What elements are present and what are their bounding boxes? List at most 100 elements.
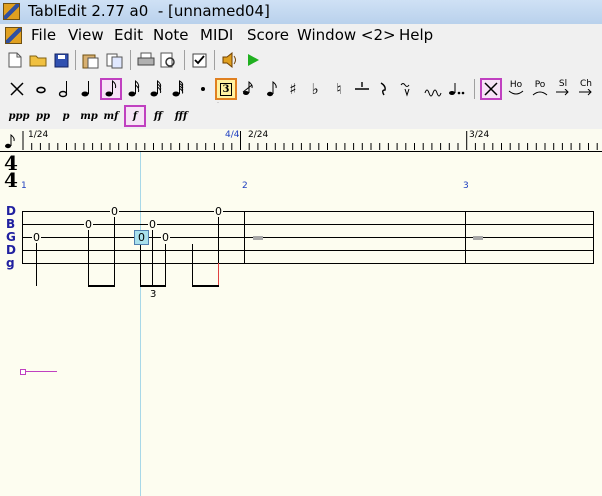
dynamics-toolbar: ppp pp p mp mf f ff fff [0,103,602,129]
menu-view[interactable]: View [68,26,104,44]
triplet-label: 3 [219,82,233,96]
fret-number[interactable]: 0 [84,219,93,230]
note-stem [88,230,89,286]
menu-score[interactable]: Score [247,26,289,44]
paste-clipboard-icon[interactable] [80,50,100,70]
menu-edit[interactable]: Edit [114,26,143,44]
note-beam [140,285,166,287]
toolbar-separator [75,50,76,70]
half-note-icon[interactable] [54,79,74,99]
ruler-label-3: 3/24 [469,130,490,140]
slide-button[interactable]: Sl [552,78,574,98]
eighth-note-icon[interactable] [100,78,122,100]
thirty-second-note-icon[interactable] [146,79,166,99]
selected-fret-number[interactable]: 0 [134,230,149,245]
dynamic-ppp-button[interactable]: ppp [8,106,30,126]
flat-icon[interactable]: ♭ [306,79,324,99]
toolbar-separator [130,50,131,70]
play-icon[interactable] [244,50,262,70]
fret-number[interactable]: 0 [214,206,223,217]
note-toolbar: 3 ♯ ♭ ♮ Ho Po Sl Ch [0,75,602,103]
chord-button[interactable]: Ch [575,78,597,98]
menu-help[interactable]: Help [399,26,433,44]
pull-off-button[interactable]: Po [529,78,551,98]
region-marker-line[interactable] [21,371,57,372]
string-line [22,250,594,251]
speaker-icon[interactable] [220,50,240,70]
grace-note-icon[interactable] [239,79,259,99]
string-line [22,263,594,264]
playhead-marker [218,263,219,285]
menu-note[interactable]: Note [153,26,189,44]
natural-icon[interactable]: ♮ [330,79,348,99]
sixteenth-note-icon[interactable] [124,79,144,99]
checkbox-toggle-icon[interactable] [190,50,208,70]
whole-note-icon[interactable] [31,79,51,99]
sharp-icon[interactable]: ♯ [284,79,302,99]
app-icon [3,3,20,20]
dynamic-pp-button[interactable]: pp [32,106,54,126]
toolbar-separator [474,79,475,99]
hammer-on-label: Ho [509,79,523,90]
whole-rest [253,236,263,240]
arpeggio-icon[interactable] [398,79,420,99]
note-stem [165,244,166,286]
note-stem [114,217,115,286]
dynamic-p-button[interactable]: p [56,106,76,126]
dynamic-ff-button[interactable]: ff [148,106,168,126]
triplet-button[interactable]: 3 [215,78,237,100]
hammer-on-button[interactable]: Ho [505,78,527,98]
dynamic-mp-button[interactable]: mp [78,106,100,126]
trill-icon[interactable] [422,79,444,99]
fret-number[interactable]: 0 [32,232,41,243]
single-eighth-note-icon[interactable] [262,79,280,99]
string-line [22,237,594,238]
bar-line [244,211,245,264]
dynamic-fff-button[interactable]: fff [170,106,192,126]
bar-line [465,211,466,264]
rest-x-icon[interactable] [6,79,28,99]
note-stem [36,243,37,286]
string-line [22,224,594,225]
note-stem [152,230,153,286]
menu-file[interactable]: File [31,26,56,44]
document-menu-icon[interactable] [5,27,22,44]
print-preview-icon[interactable] [158,50,178,70]
sixty-fourth-note-icon[interactable] [168,79,188,99]
toolbar-separator [214,50,215,70]
triplet-number: 3 [150,289,157,300]
time-ruler[interactable]: 1/24 4/4 2/24 3/24 [0,129,602,152]
toolbar-separator [184,50,185,70]
fret-number[interactable]: 0 [110,206,119,217]
cancel-effect-icon[interactable] [480,78,502,100]
fret-number[interactable]: 0 [148,219,157,230]
region-marker-handle[interactable] [20,369,26,375]
open-folder-icon[interactable] [28,50,50,70]
staccato-icon[interactable] [375,79,393,99]
playback-cursor [140,152,141,496]
fret-number[interactable]: 0 [161,232,170,243]
quarter-note-icon[interactable] [76,79,96,99]
menu-window[interactable]: Window <2> [297,26,396,44]
slide-label: Sl [558,79,568,89]
fermata-dots-icon[interactable] [446,79,468,99]
copy-pages-icon[interactable] [104,50,126,70]
new-file-icon[interactable] [6,50,24,70]
chord-label: Ch [580,79,592,89]
dynamic-f-button[interactable]: f [124,105,146,127]
standard-toolbar [0,46,602,75]
bar-line [593,211,594,264]
print-icon[interactable] [136,50,156,70]
save-disk-icon[interactable] [52,50,70,70]
measure-number: 3 [463,181,469,191]
measure-number: 2 [242,181,248,191]
ruler-label-2: 2/24 [248,130,269,140]
dotted-note-icon[interactable] [196,79,210,99]
tablature-score[interactable] [0,152,602,496]
menu-midi[interactable]: MIDI [200,26,233,44]
note-stem [140,244,141,286]
ruler-label-1: 1/24 [28,130,49,140]
dynamic-mf-button[interactable]: mf [101,106,121,126]
dead-note-icon[interactable] [352,79,372,99]
pull-off-label: Po [534,79,546,90]
